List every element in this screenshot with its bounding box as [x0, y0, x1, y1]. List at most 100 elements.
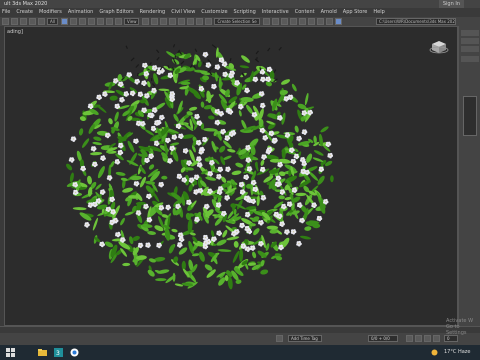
selection-filter-dropdown[interactable]: All — [47, 18, 58, 25]
flower — [243, 174, 250, 180]
menu-bar: File Create Modifiers Animation Graph Ed… — [0, 8, 480, 17]
windows-start-icon[interactable] — [6, 348, 15, 357]
leaf — [210, 230, 215, 237]
align-icon[interactable] — [271, 18, 279, 25]
select-by-name-icon[interactable] — [69, 18, 77, 25]
schematic-icon[interactable] — [298, 18, 306, 25]
menu-file[interactable]: File — [2, 8, 10, 17]
leaf — [200, 101, 205, 108]
sign-in-button[interactable]: Sign In — [438, 0, 464, 8]
leaf — [87, 175, 92, 185]
weather-widget[interactable]: 17°C Haze — [444, 347, 470, 358]
mirror-icon[interactable] — [262, 18, 270, 25]
link-icon[interactable] — [20, 18, 27, 25]
hierarchy-tab[interactable] — [461, 46, 479, 52]
next-frame-icon[interactable] — [433, 335, 440, 342]
current-frame-field[interactable]: 0 — [444, 335, 458, 342]
menu-content[interactable]: Content — [295, 8, 315, 17]
select-manipulate-icon[interactable] — [151, 18, 159, 25]
leaf — [253, 228, 260, 236]
leaf — [260, 159, 265, 166]
menu-create[interactable]: Create — [16, 8, 33, 17]
flower — [146, 217, 153, 223]
pivot-icon[interactable] — [142, 18, 150, 25]
menu-scripting[interactable]: Scripting — [234, 8, 256, 17]
flower — [165, 204, 171, 211]
play-icon[interactable] — [424, 335, 431, 342]
menu-rendering[interactable]: Rendering — [140, 8, 166, 17]
reference-coordinate-dropdown[interactable]: View — [123, 18, 140, 25]
leaf — [147, 231, 156, 235]
flower — [261, 154, 267, 160]
flower — [296, 135, 302, 142]
edit-named-selection-icon[interactable] — [205, 18, 213, 25]
add-time-tag-button[interactable]: Add Time Tag — [288, 335, 322, 342]
menu-help[interactable]: Help — [373, 8, 384, 17]
menu-customize[interactable]: Customize — [201, 8, 227, 17]
file-explorer-icon[interactable] — [38, 348, 47, 357]
leaf — [313, 150, 324, 156]
leaf — [114, 111, 119, 122]
move-icon[interactable] — [87, 18, 95, 25]
spinner-snap-icon[interactable] — [196, 18, 204, 25]
named-selection-dropdown[interactable]: Create Selection Se — [214, 18, 260, 25]
menu-modifiers[interactable]: Modifiers — [39, 8, 62, 17]
modifier-list-dropdown[interactable] — [461, 56, 479, 62]
angle-snap-icon[interactable] — [178, 18, 186, 25]
bind-icon[interactable] — [38, 18, 45, 25]
create-tab[interactable] — [461, 30, 479, 36]
scale-icon[interactable] — [105, 18, 113, 25]
stem-tip — [125, 45, 128, 50]
flower — [205, 62, 212, 68]
layer-icon[interactable] — [280, 18, 288, 25]
region-select-icon[interactable] — [78, 18, 86, 25]
project-path-field[interactable]: C:\Users\WR\Documents\3ds Max 2020 — [376, 18, 456, 25]
render-setup-icon[interactable] — [316, 18, 324, 25]
menu-interactive[interactable]: Interactive — [262, 8, 289, 17]
browser-icon[interactable] — [70, 348, 79, 357]
select-icon[interactable] — [60, 18, 68, 25]
render-frame-icon[interactable] — [325, 18, 333, 25]
leaf — [232, 250, 240, 263]
redo-icon[interactable] — [11, 18, 18, 25]
material-editor-icon[interactable] — [307, 18, 315, 25]
viewcube-icon[interactable] — [429, 39, 449, 55]
undo-icon[interactable] — [2, 18, 9, 25]
curve-editor-icon[interactable] — [289, 18, 297, 25]
menu-graph-editors[interactable]: Graph Editors — [99, 8, 133, 17]
menu-animation[interactable]: Animation — [68, 8, 94, 17]
menu-civil-view[interactable]: Civil View — [171, 8, 195, 17]
percent-snap-icon[interactable] — [187, 18, 195, 25]
rotate-icon[interactable] — [96, 18, 104, 25]
leaf — [216, 239, 227, 246]
flower — [279, 221, 285, 227]
viewport-label[interactable]: ading] — [7, 29, 23, 35]
flower — [84, 222, 90, 228]
leaf — [233, 241, 239, 248]
stem-tip — [210, 66, 215, 71]
menu-arnold[interactable]: Arnold — [321, 8, 337, 17]
leaf — [330, 175, 334, 183]
time-slider[interactable] — [0, 326, 480, 333]
snap-icon[interactable] — [169, 18, 177, 25]
flower — [106, 175, 113, 181]
keyboard-shortcut-icon[interactable] — [160, 18, 168, 25]
unlink-icon[interactable] — [29, 18, 36, 25]
render-icon[interactable] — [334, 18, 342, 25]
flower — [92, 201, 98, 208]
flower — [290, 158, 297, 165]
go-to-start-icon[interactable] — [406, 335, 413, 342]
perspective-viewport[interactable]: ading] — [4, 26, 458, 326]
modifier-stack-list[interactable] — [463, 96, 477, 136]
3ds-max-app-icon[interactable]: 3 — [54, 348, 63, 357]
lock-selection-icon[interactable] — [276, 335, 283, 342]
previous-frame-icon[interactable] — [415, 335, 422, 342]
menu-app-store[interactable]: App Store — [343, 8, 368, 17]
place-icon[interactable] — [114, 18, 122, 25]
leaf — [66, 163, 73, 171]
title-bar: ult 3ds Max 2020 Sign In — [0, 0, 480, 8]
coordinate-field[interactable]: 0/0 + 0/0 — [368, 335, 398, 342]
stem-tip — [211, 44, 217, 49]
flower — [216, 230, 222, 237]
modify-tab[interactable] — [461, 38, 479, 44]
